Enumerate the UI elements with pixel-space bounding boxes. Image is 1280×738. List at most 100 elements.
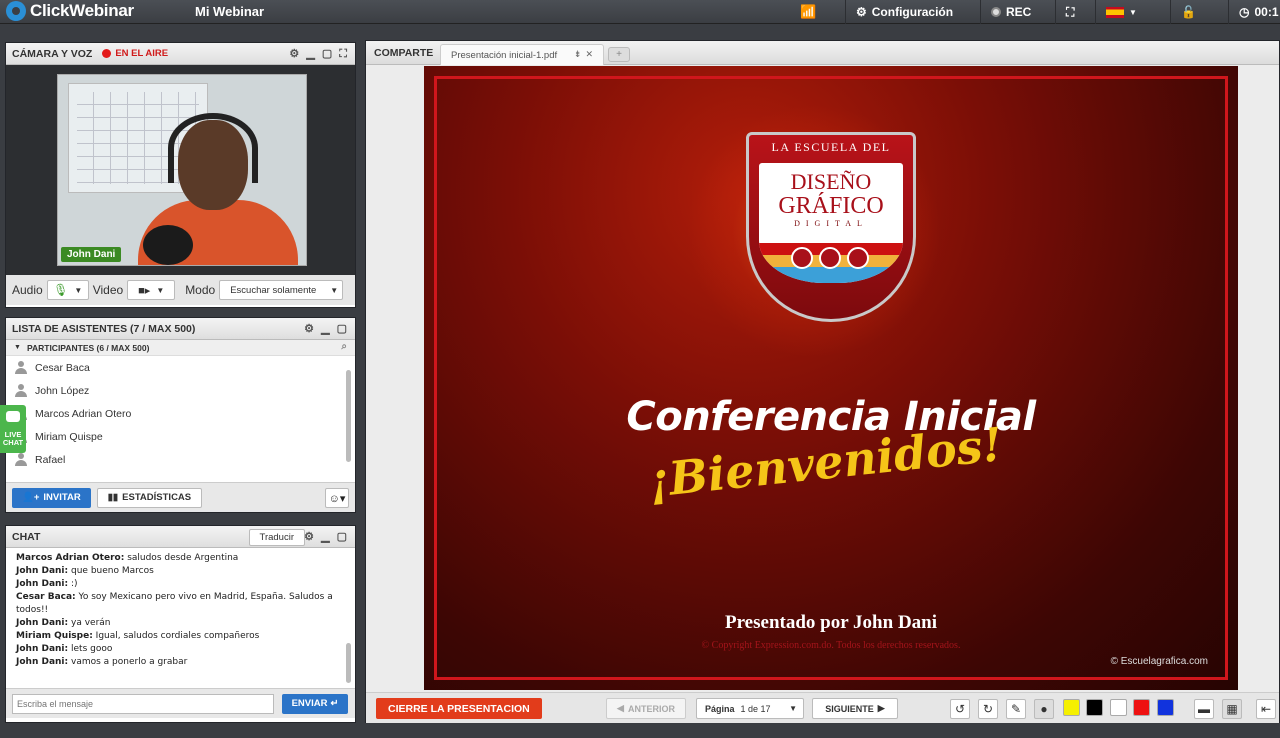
live-chat-tab[interactable]: LIVE CHAT — [0, 405, 26, 453]
chat-input-row: ENVIAR ↵ — [6, 688, 355, 718]
school-logo: LA ESCUELA DEL DISEÑO GRÁFICO DIGITAL — [746, 132, 916, 322]
language-selector[interactable]: ▼ — [1095, 0, 1155, 24]
list-item[interactable]: Miriam Quispe — [6, 425, 355, 448]
new-tab-button[interactable]: + — [608, 47, 630, 62]
microphone-icon: 🎙 — [53, 283, 69, 297]
presenter-name-tag: John Dani — [61, 247, 122, 262]
chat-message: John Dani: :) — [16, 579, 78, 589]
participants-scrollbar[interactable] — [346, 370, 351, 462]
design-tools-icon — [791, 247, 869, 269]
list-item[interactable]: Cesar Baca — [6, 356, 355, 379]
chat-log: Marcos Adrian Otero: saludos desde Argen… — [6, 548, 355, 688]
color-swatch-yellow[interactable] — [1063, 699, 1080, 716]
chat-scrollbar[interactable] — [346, 643, 351, 683]
fit-width-icon: ⇤ — [1260, 702, 1272, 716]
redo-button[interactable]: ↻ — [978, 699, 998, 719]
statistics-button[interactable]: ▮▮ ESTADÍSTICAS — [96, 487, 203, 508]
color-swatch-blue[interactable] — [1157, 699, 1174, 716]
invite-button[interactable]: 👤+ INVITAR — [12, 487, 91, 508]
chat-message: Marcos Adrian Otero: saludos desde Argen… — [16, 553, 239, 563]
grid-view-button[interactable]: ▦ — [1222, 699, 1242, 719]
presentation-slide: LA ESCUELA DEL DISEÑO GRÁFICO DIGITAL Co… — [424, 66, 1238, 690]
bar-chart-icon: ▮▮ — [107, 492, 119, 503]
eraser-icon: ▬ — [1198, 702, 1210, 716]
fullscreen-icon: ⛶ — [1066, 4, 1075, 19]
translate-button[interactable]: Traducir — [248, 529, 305, 546]
chevron-down-icon: ▼ — [1129, 7, 1137, 17]
previous-label: ANTERIOR — [627, 703, 675, 714]
fullscreen-button[interactable]: ⛶ — [1055, 0, 1095, 24]
chat-message: John Dani: ya verán — [16, 618, 111, 628]
settings-button[interactable]: ⚙ Configuración — [845, 0, 970, 24]
logo-line2: GRÁFICO — [778, 193, 884, 219]
webinar-title: Mi Webinar — [195, 4, 265, 19]
collapse-arrow-icon: ▼ — [14, 344, 21, 351]
send-button[interactable]: ENVIAR ↵ — [282, 693, 348, 714]
participant-name: Cesar Baca — [35, 361, 90, 374]
search-icon[interactable]: ⌕ — [341, 341, 347, 352]
undo-button[interactable]: ↺ — [950, 699, 970, 719]
attendees-panel-title: LISTA DE ASISTENTES (7 / MAX 500) — [12, 322, 196, 335]
slide-title: Conferencia Inicial — [626, 394, 1036, 440]
slide-presenter: Presentado por John Dani — [724, 612, 938, 633]
camera-panel-header: CÁMARA Y VOZ EN EL AIRE ⚙ ▁ ▢ ⛶ — [6, 43, 355, 65]
send-label: ENVIAR — [291, 698, 328, 709]
color-swatch-white[interactable] — [1110, 699, 1127, 716]
redo-icon: ↻ — [982, 702, 994, 716]
clickwebinar-logo-icon — [6, 1, 26, 21]
slide-site: © Escuelagrafica.com — [1110, 656, 1208, 667]
fit-width-button[interactable]: ⇤ — [1256, 699, 1276, 719]
emoji-button[interactable]: ☺▾ — [325, 488, 349, 508]
connection-signal-icon: 📶 — [800, 4, 817, 19]
color-swatch-black[interactable] — [1086, 699, 1103, 716]
pointer-tool-button[interactable]: ● — [1034, 699, 1054, 719]
participants-group-label: PARTICIPANTES (6 / MAX 500) — [26, 342, 150, 353]
chevron-down-icon: ▼ — [74, 285, 83, 295]
panel-window-controls[interactable]: ⚙ ▁ ▢ — [304, 322, 349, 335]
undo-icon: ↺ — [954, 702, 966, 716]
panel-window-controls[interactable]: ⚙ ▁ ▢ — [304, 530, 349, 543]
panel-window-controls[interactable]: ⚙ ▁ ▢ ⛶ — [289, 47, 349, 61]
presentation-tabs: COMPARTE Presentación inicial-1.pdf ⇟✕ + — [366, 41, 1279, 65]
add-user-icon: 👤+ — [22, 492, 40, 503]
participants-group-header[interactable]: ▼ PARTICIPANTES (6 / MAX 500) ⌕ — [6, 340, 355, 356]
invite-label: INVITAR — [43, 492, 81, 503]
chat-panel-title: CHAT — [12, 530, 41, 543]
camera-panel: CÁMARA Y VOZ EN EL AIRE ⚙ ▁ ▢ ⛶ John Dan… — [5, 42, 356, 308]
list-item[interactable]: John López — [6, 379, 355, 402]
dot-icon: ● — [1040, 702, 1048, 716]
list-item[interactable]: Marcos Adrian Otero — [6, 402, 355, 425]
tab-close-icon[interactable]: ⇟✕ — [574, 49, 597, 60]
video-toggle[interactable]: ■▸ ▼ — [127, 280, 176, 300]
color-swatch-red[interactable] — [1133, 699, 1150, 716]
participants-list: Cesar Baca John López Marcos Adrian Oter… — [6, 356, 355, 482]
pen-tool-button[interactable]: ✎ — [1006, 699, 1026, 719]
file-tab[interactable]: Presentación inicial-1.pdf ⇟✕ — [440, 44, 604, 65]
lock-button[interactable]: 🔓 — [1170, 0, 1225, 24]
settings-label: Configuración — [871, 5, 954, 19]
chat-panel: CHAT Traducir ⚙ ▁ ▢ Marcos Adrian Otero:… — [5, 525, 356, 723]
record-button[interactable]: REC — [980, 0, 1040, 24]
close-presentation-button[interactable]: CIERRE LA PRESENTACION — [376, 698, 542, 719]
page-select[interactable]: Página 1 de 17 ▼ — [696, 698, 804, 719]
presentation-panel: COMPARTE Presentación inicial-1.pdf ⇟✕ +… — [365, 40, 1280, 723]
user-icon — [14, 383, 28, 398]
eraser-tool-button[interactable]: ▬ — [1194, 699, 1214, 719]
next-button[interactable]: SIGUIENTE ▶ — [812, 698, 898, 719]
on-air-label: EN EL AIRE — [115, 48, 169, 59]
chat-message: Miriam Quispe: Igual, saludos cordiales … — [16, 631, 260, 641]
list-item[interactable]: Rafael — [6, 448, 355, 471]
video-label: Video — [92, 283, 124, 297]
chat-message-input[interactable] — [12, 693, 274, 714]
enter-icon: ↵ — [330, 698, 339, 709]
mode-select[interactable]: Escuchar solamente ▼ — [219, 280, 344, 300]
share-label: COMPARTE — [374, 47, 434, 59]
audio-toggle[interactable]: 🎙 ▼ — [46, 280, 89, 300]
file-tab-label: Presentación inicial-1.pdf — [451, 49, 558, 61]
next-label: SIGUIENTE — [825, 703, 874, 714]
mode-label: Modo — [185, 283, 216, 297]
camera-area: John Dani — [6, 65, 355, 275]
session-clock: ◷ 00:1 — [1228, 0, 1280, 24]
participant-name: Miriam Quispe — [35, 430, 103, 443]
previous-button[interactable]: ◀ ANTERIOR — [606, 698, 686, 719]
